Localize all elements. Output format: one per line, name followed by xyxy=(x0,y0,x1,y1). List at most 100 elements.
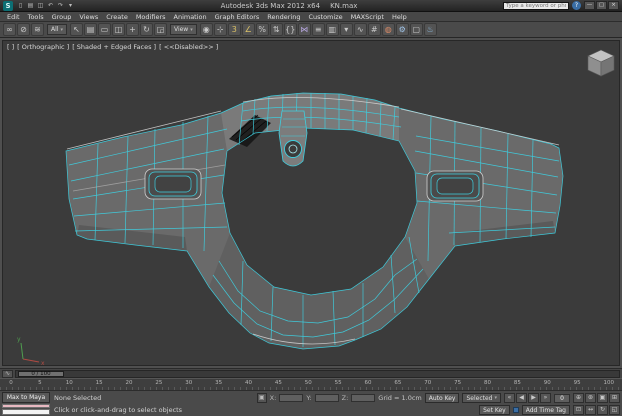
use-pivot-center-button[interactable]: ◉ xyxy=(200,23,213,36)
menu-item-maxscript[interactable]: MAXScript xyxy=(347,13,388,21)
save-file-icon[interactable]: ◫ xyxy=(36,1,45,10)
render-setup-button[interactable]: ⚙ xyxy=(396,23,409,36)
previous-frame-button[interactable]: ◀ xyxy=(516,393,527,403)
align-button[interactable]: ≡ xyxy=(312,23,325,36)
viewcube[interactable] xyxy=(588,50,614,76)
menu-item-create[interactable]: Create xyxy=(102,13,132,21)
frame-tick-90: 90 xyxy=(544,380,551,386)
rendered-frame-window-button[interactable]: ▢ xyxy=(410,23,423,36)
select-object-button[interactable]: ↖ xyxy=(70,23,83,36)
coord-x-field[interactable] xyxy=(279,394,303,402)
track-bar[interactable]: 0510152025303540455055606570758085909510… xyxy=(0,378,622,390)
viewport-canvas[interactable]: [ ] [ Orthographic ] [ Shaded + Edged Fa… xyxy=(2,40,620,366)
maximize-viewport-toggle[interactable]: ◱ xyxy=(609,405,620,415)
menu-item-animation[interactable]: Animation xyxy=(170,13,211,21)
play-button[interactable]: ▶ xyxy=(528,393,539,403)
render-production-button[interactable]: ♨ xyxy=(424,23,437,36)
frame-tick-40: 40 xyxy=(245,380,252,386)
help-icon[interactable]: ? xyxy=(572,1,581,10)
new-file-icon[interactable]: ▯ xyxy=(16,1,25,10)
key-mode-dropdown[interactable]: Selected ▾ xyxy=(462,393,501,403)
menu-item-group[interactable]: Group xyxy=(48,13,76,21)
close-button[interactable]: × xyxy=(608,1,619,10)
curve-editor-button[interactable]: ∿ xyxy=(354,23,367,36)
chevron-down-icon: ▾ xyxy=(494,395,497,401)
zoom-all-button[interactable]: ⊛ xyxy=(585,393,596,403)
graphite-ribbon-toggle[interactable]: ▾ xyxy=(340,23,353,36)
named-selection-sets-button[interactable]: {} xyxy=(284,23,297,36)
window-crossing-toggle[interactable]: ◫ xyxy=(112,23,125,36)
maxscript-mini-listener[interactable] xyxy=(2,409,50,415)
rectangular-selection-region-button[interactable]: ▭ xyxy=(98,23,111,36)
zoom-extents-button[interactable]: ▣ xyxy=(597,393,608,403)
auto-key-toggle[interactable]: Auto Key xyxy=(425,393,460,403)
open-file-icon[interactable]: ▤ xyxy=(26,1,35,10)
frame-tick-50: 50 xyxy=(305,380,312,386)
select-and-link-button[interactable]: ∞ xyxy=(3,23,16,36)
unlink-selection-button[interactable]: ⊘ xyxy=(17,23,30,36)
max-to-maya-button[interactable]: Max to Maya xyxy=(2,392,50,403)
select-and-scale-button[interactable]: ◲ xyxy=(154,23,167,36)
mini-curve-editor-button[interactable]: ∿ xyxy=(2,370,13,378)
frame-tick-75: 75 xyxy=(454,380,461,386)
select-and-move-button[interactable]: + xyxy=(126,23,139,36)
time-slider-handle[interactable]: 0 / 100 xyxy=(18,371,64,377)
orbit-button[interactable]: ↻ xyxy=(597,405,608,415)
maximize-button[interactable]: ▢ xyxy=(596,1,607,10)
frame-tick-95: 95 xyxy=(574,380,581,386)
workspace-dropdown-icon[interactable]: ▾ xyxy=(66,1,75,10)
spinner-snap-toggle[interactable]: ⇅ xyxy=(270,23,283,36)
menu-item-views[interactable]: Views xyxy=(75,13,102,21)
zoom-extents-all-button[interactable]: ⊞ xyxy=(609,393,620,403)
go-to-start-button[interactable]: « xyxy=(504,393,515,403)
menu-item-modifiers[interactable]: Modifiers xyxy=(132,13,170,21)
minimize-button[interactable]: — xyxy=(584,1,595,10)
frame-tick-5: 5 xyxy=(37,380,43,386)
set-key-button[interactable]: Set Key xyxy=(479,405,510,415)
pan-button[interactable]: ↔ xyxy=(585,405,596,415)
time-slider-track[interactable]: 0 / 100 xyxy=(15,370,620,378)
layer-manager-button[interactable]: ▥ xyxy=(326,23,339,36)
select-by-name-button[interactable]: ▤ xyxy=(84,23,97,36)
menu-item-customize[interactable]: Customize xyxy=(304,13,346,21)
angle-snap-toggle[interactable]: ∠ xyxy=(242,23,255,36)
material-editor-button[interactable]: ◍ xyxy=(382,23,395,36)
viewport-menu-general[interactable]: [ ] xyxy=(7,43,14,51)
prompt-text: Click or click-and-drag to select object… xyxy=(54,406,182,414)
time-tag-icon xyxy=(513,407,519,413)
mirror-button[interactable]: ⋈ xyxy=(298,23,311,36)
menu-item-tools[interactable]: Tools xyxy=(24,13,48,21)
select-and-manipulate-button[interactable]: ⊹ xyxy=(214,23,227,36)
undo-icon[interactable]: ↶ xyxy=(46,1,55,10)
reference-coordinate-dropdown[interactable]: View ▾ xyxy=(170,24,197,35)
snaps-toggle-button[interactable]: 3 xyxy=(228,23,241,36)
selection-lock-toggle[interactable]: ▣ xyxy=(257,393,267,403)
zoom-region-button[interactable]: ⊡ xyxy=(573,405,584,415)
zoom-button[interactable]: ⊕ xyxy=(573,393,584,403)
bind-to-space-warp-button[interactable]: ≋ xyxy=(31,23,44,36)
macro-recorder-field[interactable] xyxy=(2,404,50,408)
viewport-menu-pov[interactable]: [ Orthographic ] xyxy=(17,43,69,51)
menu-item-help[interactable]: Help xyxy=(388,13,411,21)
window-title: Autodesk 3ds Max 2012 x64 KN.max xyxy=(78,2,500,10)
viewport-menu-extra[interactable]: [ <<Disabled>> ] xyxy=(159,43,218,51)
add-time-tag-button[interactable]: Add Time Tag xyxy=(522,405,570,415)
menu-item-rendering[interactable]: Rendering xyxy=(263,13,304,21)
percent-snap-toggle[interactable]: % xyxy=(256,23,269,36)
menu-item-edit[interactable]: Edit xyxy=(3,13,24,21)
viewport-menu-shading[interactable]: [ Shaded + Edged Faces ] xyxy=(72,43,156,51)
select-and-rotate-button[interactable]: ↻ xyxy=(140,23,153,36)
coord-z-field[interactable] xyxy=(351,394,375,402)
schematic-view-button[interactable]: # xyxy=(368,23,381,36)
frame-tick-55: 55 xyxy=(335,380,342,386)
application-menu-button[interactable]: S xyxy=(3,1,13,11)
coord-y-field[interactable] xyxy=(315,394,339,402)
selection-filter-dropdown[interactable]: All ▾ xyxy=(47,24,67,35)
redo-icon[interactable]: ↷ xyxy=(56,1,65,10)
frame-tick-25: 25 xyxy=(155,380,162,386)
infocenter-search-input[interactable] xyxy=(503,2,569,10)
menu-item-graph-editors[interactable]: Graph Editors xyxy=(211,13,264,21)
model-mesh-view[interactable]: x y xyxy=(3,41,620,366)
go-to-end-button[interactable]: » xyxy=(540,393,551,403)
current-frame-field[interactable]: 0 xyxy=(554,394,570,403)
